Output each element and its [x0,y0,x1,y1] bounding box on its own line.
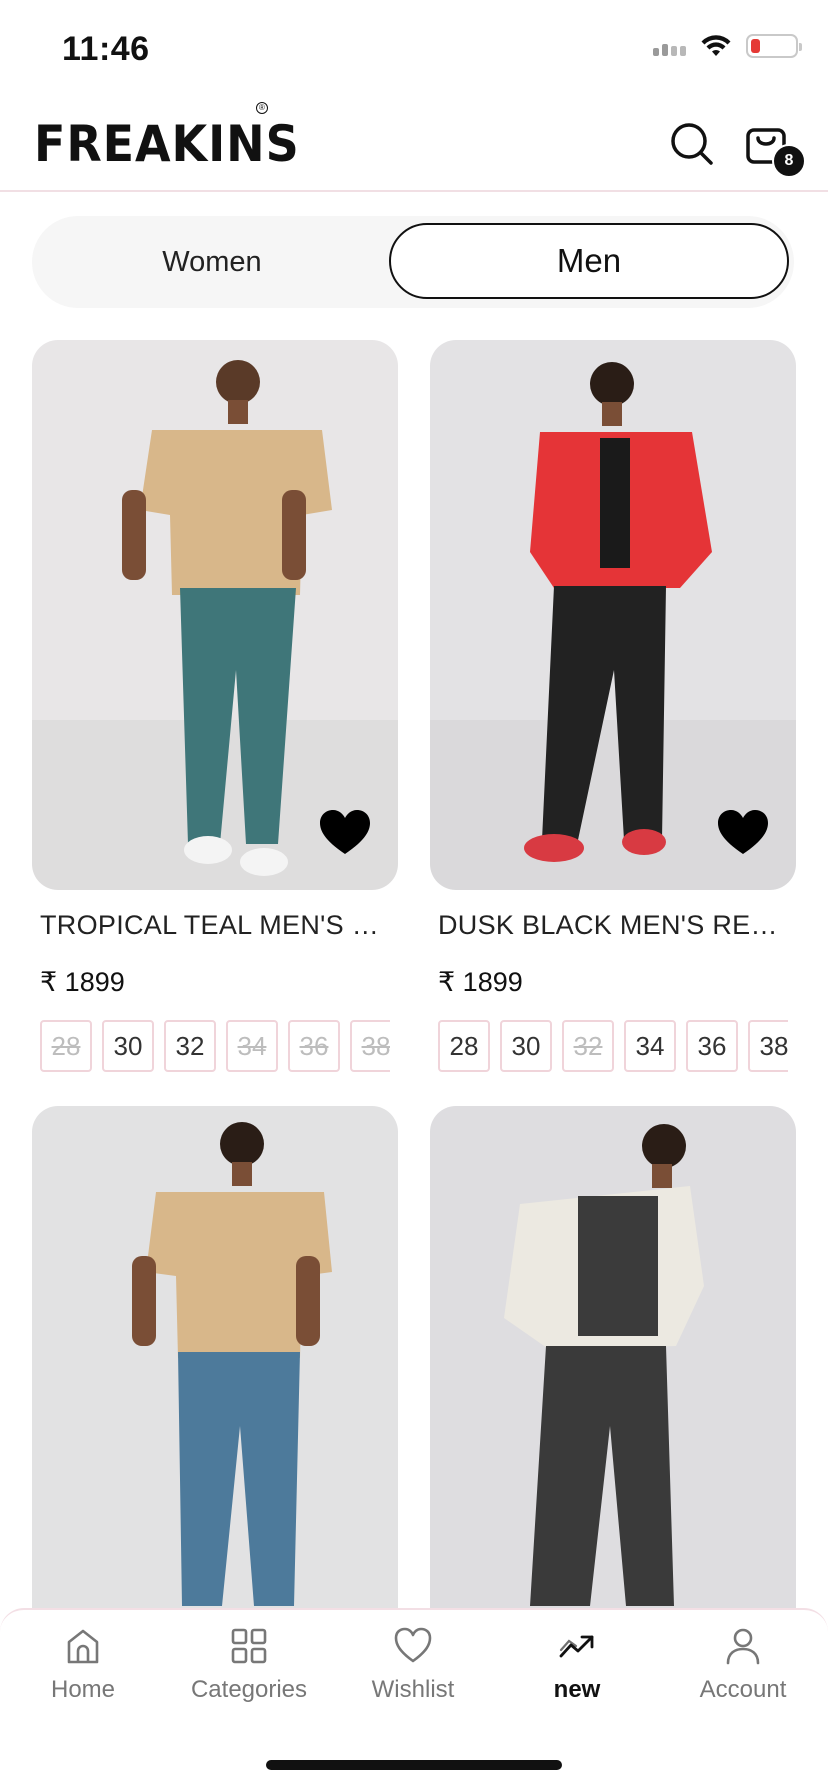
wishlist-heart-icon[interactable] [718,810,768,856]
size-option[interactable]: 36 [686,1020,738,1072]
nav-label: Categories [190,1676,308,1703]
product-title[interactable]: TROPICAL TEAL MEN'S RE... [32,910,392,941]
brand-logo[interactable]: FREAKINS [34,114,323,174]
product-image[interactable] [430,1106,796,1656]
product-price: ₹ 1899 [40,967,125,997]
product-card[interactable] [32,1106,398,1656]
size-selector: 28 30 32 34 36 38 [32,1020,390,1072]
status-time: 11:46 [62,30,150,68]
model-photo [32,1106,398,1656]
home-icon [67,1629,99,1664]
size-option[interactable]: 32 [164,1020,216,1072]
trending-icon [559,1635,594,1658]
product-price: ₹ 1899 [438,967,523,997]
size-option[interactable]: 28 [438,1020,490,1072]
size-option[interactable]: 30 [102,1020,154,1072]
registered-mark: ® [256,102,268,114]
battery-icon [746,34,802,58]
nav-home[interactable]: Home [8,1626,158,1704]
nav-wishlist[interactable]: Wishlist [338,1626,488,1704]
gender-toggle: Women Men [32,216,794,308]
product-card[interactable]: DUSK BLACK MEN'S RELA... ₹ 1899 28 30 32 34… [430,340,796,1072]
size-option[interactable]: 34 [624,1020,676,1072]
size-selector: 28 30 32 34 36 38 [430,1020,788,1072]
product-card[interactable] [430,1106,796,1656]
status-icons [653,34,802,58]
status-bar: 11:46 [0,0,828,100]
home-indicator [266,1760,562,1770]
tab-women[interactable]: Women [32,216,392,308]
size-option: 36 [288,1020,340,1072]
user-icon [726,1628,760,1665]
size-option[interactable]: 30 [500,1020,552,1072]
cellular-signal-icon [653,36,686,56]
nav-label: Wishlist [371,1676,455,1703]
product-image[interactable] [32,340,398,890]
nav-account[interactable]: Account [668,1626,818,1704]
nav-label: Account [699,1676,787,1703]
wifi-icon [701,35,731,56]
size-option: 34 [226,1020,278,1072]
nav-label: new [553,1676,601,1703]
cart-count-badge: 8 [772,144,806,178]
heart-icon [394,1627,432,1663]
app-header: FREAKINS ® 8 [0,100,828,192]
nav-label: Home [50,1676,116,1703]
product-image[interactable] [430,340,796,890]
model-photo [430,1106,796,1656]
product-title[interactable]: DUSK BLACK MEN'S RELA... [430,910,790,941]
size-option: 32 [562,1020,614,1072]
nav-categories[interactable]: Categories [174,1626,324,1704]
tab-men[interactable]: Men [389,223,789,299]
size-option: 38 [350,1020,390,1072]
grid-icon [231,1628,267,1664]
wishlist-heart-icon[interactable] [320,810,370,856]
product-image[interactable] [32,1106,398,1656]
product-card[interactable]: TROPICAL TEAL MEN'S RE... ₹ 1899 28 30 32 3… [32,340,398,1072]
model-photo [430,340,796,890]
size-option[interactable]: 38 [748,1020,788,1072]
search-icon [671,123,713,165]
size-option: 28 [40,1020,92,1072]
search-button[interactable] [668,120,716,168]
nav-new[interactable]: new [502,1626,652,1704]
cart-button[interactable]: 8 [744,118,806,178]
model-photo [32,340,398,890]
brand-name: FREAKINS [34,115,300,173]
